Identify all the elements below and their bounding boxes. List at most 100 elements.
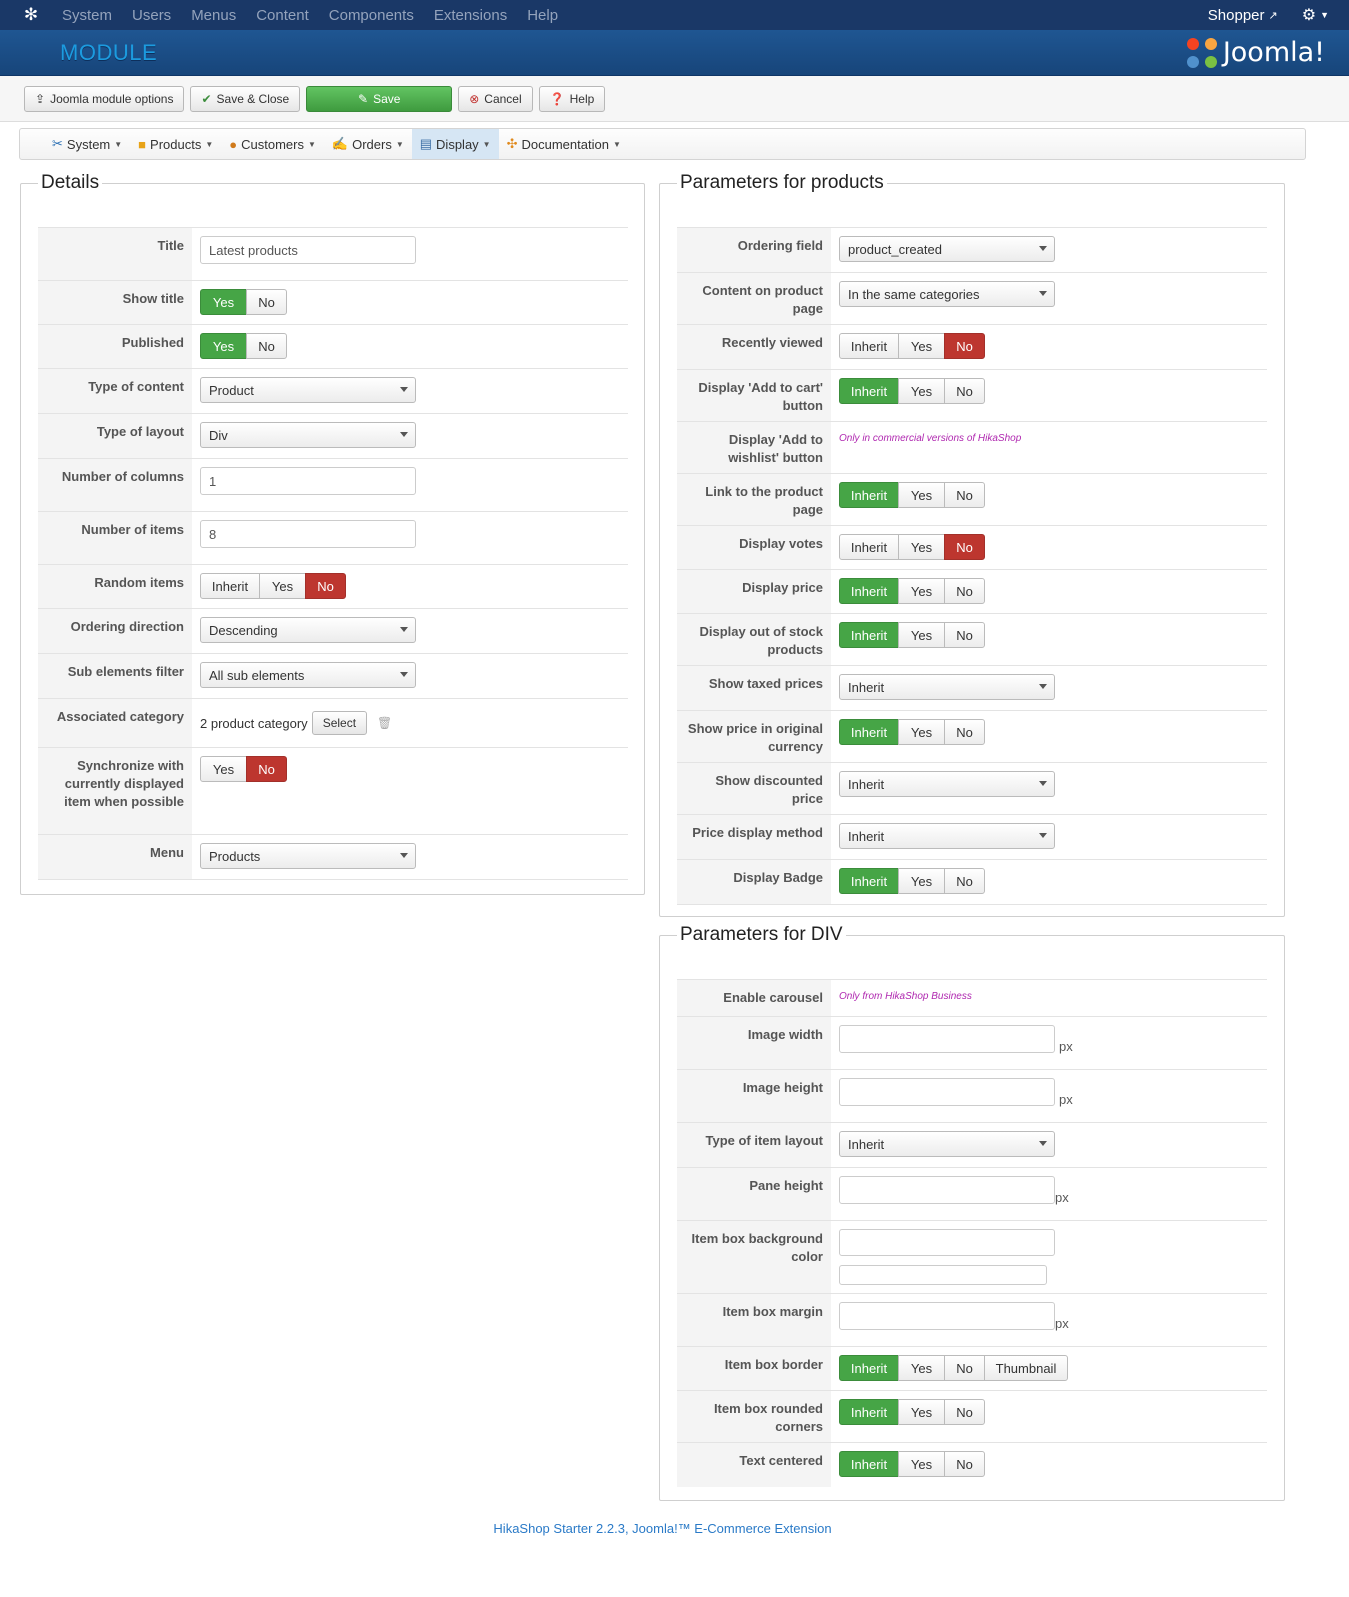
save-close-button[interactable]: ✔ Save & Close bbox=[190, 85, 301, 112]
hika-menu-products[interactable]: ■ Products ▼ bbox=[130, 129, 221, 159]
no-button[interactable]: No bbox=[944, 482, 985, 508]
menu-label: Menu bbox=[38, 835, 192, 879]
taxed-select[interactable]: Inherit bbox=[839, 674, 1055, 700]
details-legend: Details bbox=[41, 172, 100, 193]
row-carousel: Enable carousel Only from HikaShop Busin… bbox=[677, 980, 1267, 1017]
inherit-button[interactable]: Inherit bbox=[839, 578, 899, 604]
topmenu-system[interactable]: System bbox=[62, 7, 112, 24]
columns-input[interactable]: 1 bbox=[200, 467, 416, 495]
joomla-icon[interactable]: ✻ bbox=[22, 5, 40, 24]
inherit-button[interactable]: Inherit bbox=[839, 333, 899, 359]
img-height-input[interactable] bbox=[839, 1078, 1055, 1106]
row-item-layout: Type of item layout Inherit bbox=[677, 1123, 1267, 1168]
yes-button[interactable]: Yes bbox=[898, 482, 945, 508]
price-method-select[interactable]: Inherit bbox=[839, 823, 1055, 849]
hika-menu-system[interactable]: ✂ System ▼ bbox=[44, 129, 130, 159]
topmenu-users[interactable]: Users bbox=[132, 7, 171, 24]
no-button[interactable]: No bbox=[944, 534, 985, 560]
module-options-button[interactable]: ⇪ Joomla module options bbox=[24, 85, 185, 112]
inherit-button[interactable]: Inherit bbox=[839, 1399, 899, 1425]
menu-select[interactable]: Products bbox=[200, 843, 416, 869]
topmenu-help[interactable]: Help bbox=[527, 7, 558, 24]
columns-label: Number of columns bbox=[38, 459, 192, 511]
items-input[interactable]: 8 bbox=[200, 520, 416, 548]
yes-button[interactable]: Yes bbox=[898, 578, 945, 604]
yes-button[interactable]: Yes bbox=[898, 868, 945, 894]
inherit-button[interactable]: Inherit bbox=[839, 1355, 899, 1381]
topmenu-menus[interactable]: Menus bbox=[191, 7, 236, 24]
hika-menu-customers[interactable]: ● Customers ▼ bbox=[221, 129, 324, 159]
no-button[interactable]: No bbox=[246, 333, 287, 359]
no-button[interactable]: No bbox=[944, 1399, 985, 1425]
inherit-button[interactable]: Inherit bbox=[839, 482, 899, 508]
topmenu-components[interactable]: Components bbox=[329, 7, 414, 24]
inherit-button[interactable]: Inherit bbox=[839, 868, 899, 894]
pane-height-input[interactable] bbox=[839, 1176, 1055, 1204]
yes-button[interactable]: Yes bbox=[259, 573, 306, 599]
no-button[interactable]: No bbox=[944, 719, 985, 745]
yes-button[interactable]: Yes bbox=[898, 622, 945, 648]
yes-button[interactable]: Yes bbox=[898, 534, 945, 560]
save-button[interactable]: ✎ Save bbox=[306, 85, 453, 112]
yes-button[interactable]: Yes bbox=[898, 378, 945, 404]
inherit-button[interactable]: Inherit bbox=[839, 1451, 899, 1477]
border-label: Item box border bbox=[677, 1347, 831, 1390]
ordering-dir-select[interactable]: Descending bbox=[200, 617, 416, 643]
row-sub-filter: Sub elements filter All sub elements bbox=[38, 654, 628, 699]
inherit-button[interactable]: Inherit bbox=[839, 378, 899, 404]
inherit-button[interactable]: Inherit bbox=[200, 573, 260, 599]
no-button[interactable]: No bbox=[944, 333, 985, 359]
sync-toggle: Yes No bbox=[200, 756, 287, 782]
discounted-select[interactable]: Inherit bbox=[839, 771, 1055, 797]
no-button[interactable]: No bbox=[246, 756, 287, 782]
hika-menu-display[interactable]: ▤ Display ▼ bbox=[411, 129, 499, 159]
bg-color-input[interactable] bbox=[839, 1229, 1055, 1257]
price-method-label: Price display method bbox=[677, 815, 831, 859]
hika-menu-documentation[interactable]: ✣ Documentation ▼ bbox=[499, 129, 629, 159]
type-layout-select[interactable]: Div bbox=[200, 422, 416, 448]
thumbnail-button[interactable]: Thumbnail bbox=[984, 1355, 1068, 1381]
inherit-button[interactable]: Inherit bbox=[839, 622, 899, 648]
px-unit: px bbox=[1059, 1038, 1073, 1054]
no-button[interactable]: No bbox=[944, 622, 985, 648]
yes-button[interactable]: Yes bbox=[898, 1451, 945, 1477]
yes-button[interactable]: Yes bbox=[898, 333, 945, 359]
content-page-select[interactable]: In the same categories bbox=[839, 281, 1055, 307]
margin-input[interactable] bbox=[839, 1302, 1055, 1330]
item-layout-select[interactable]: Inherit bbox=[839, 1131, 1055, 1157]
yes-button[interactable]: Yes bbox=[898, 1355, 945, 1381]
user-link[interactable]: Shopper ↗ bbox=[1208, 7, 1278, 24]
no-button[interactable]: No bbox=[944, 1451, 985, 1477]
trash-icon[interactable]: 🗑 bbox=[377, 716, 392, 730]
yes-button[interactable]: Yes bbox=[898, 1399, 945, 1425]
cancel-button[interactable]: ⊗ Cancel bbox=[458, 85, 533, 112]
random-toggle: Inherit Yes No bbox=[200, 573, 346, 599]
tools-icon: ✂ bbox=[52, 136, 63, 151]
footer-link[interactable]: HikaShop Starter 2.2.3, Joomla!™ E-Comme… bbox=[0, 1521, 1325, 1536]
yes-button[interactable]: Yes bbox=[200, 756, 247, 782]
settings-dropdown[interactable]: ⚙ ▼ bbox=[1302, 5, 1329, 25]
topmenu-content[interactable]: Content bbox=[256, 7, 309, 24]
no-button[interactable]: No bbox=[305, 573, 346, 599]
no-button[interactable]: No bbox=[944, 378, 985, 404]
color-picker[interactable] bbox=[839, 1265, 1047, 1285]
img-width-input[interactable] bbox=[839, 1025, 1055, 1053]
sub-filter-select[interactable]: All sub elements bbox=[200, 662, 416, 688]
yes-button[interactable]: Yes bbox=[200, 289, 247, 315]
type-content-select[interactable]: Product bbox=[200, 377, 416, 403]
hika-menu-orders[interactable]: ✍ Orders ▼ bbox=[324, 129, 412, 159]
no-button[interactable]: No bbox=[246, 289, 287, 315]
no-button[interactable]: No bbox=[944, 868, 985, 894]
items-label: Number of items bbox=[38, 512, 192, 564]
title-input[interactable]: Latest products bbox=[200, 236, 416, 264]
select-category-button[interactable]: Select bbox=[311, 711, 368, 735]
help-button[interactable]: ❓ Help bbox=[538, 85, 606, 112]
yes-button[interactable]: Yes bbox=[898, 719, 945, 745]
inherit-button[interactable]: Inherit bbox=[839, 719, 899, 745]
inherit-button[interactable]: Inherit bbox=[839, 534, 899, 560]
no-button[interactable]: No bbox=[944, 1355, 985, 1381]
no-button[interactable]: No bbox=[944, 578, 985, 604]
yes-button[interactable]: Yes bbox=[200, 333, 247, 359]
topmenu-extensions[interactable]: Extensions bbox=[434, 7, 507, 24]
ordering-field-select[interactable]: product_created bbox=[839, 236, 1055, 262]
